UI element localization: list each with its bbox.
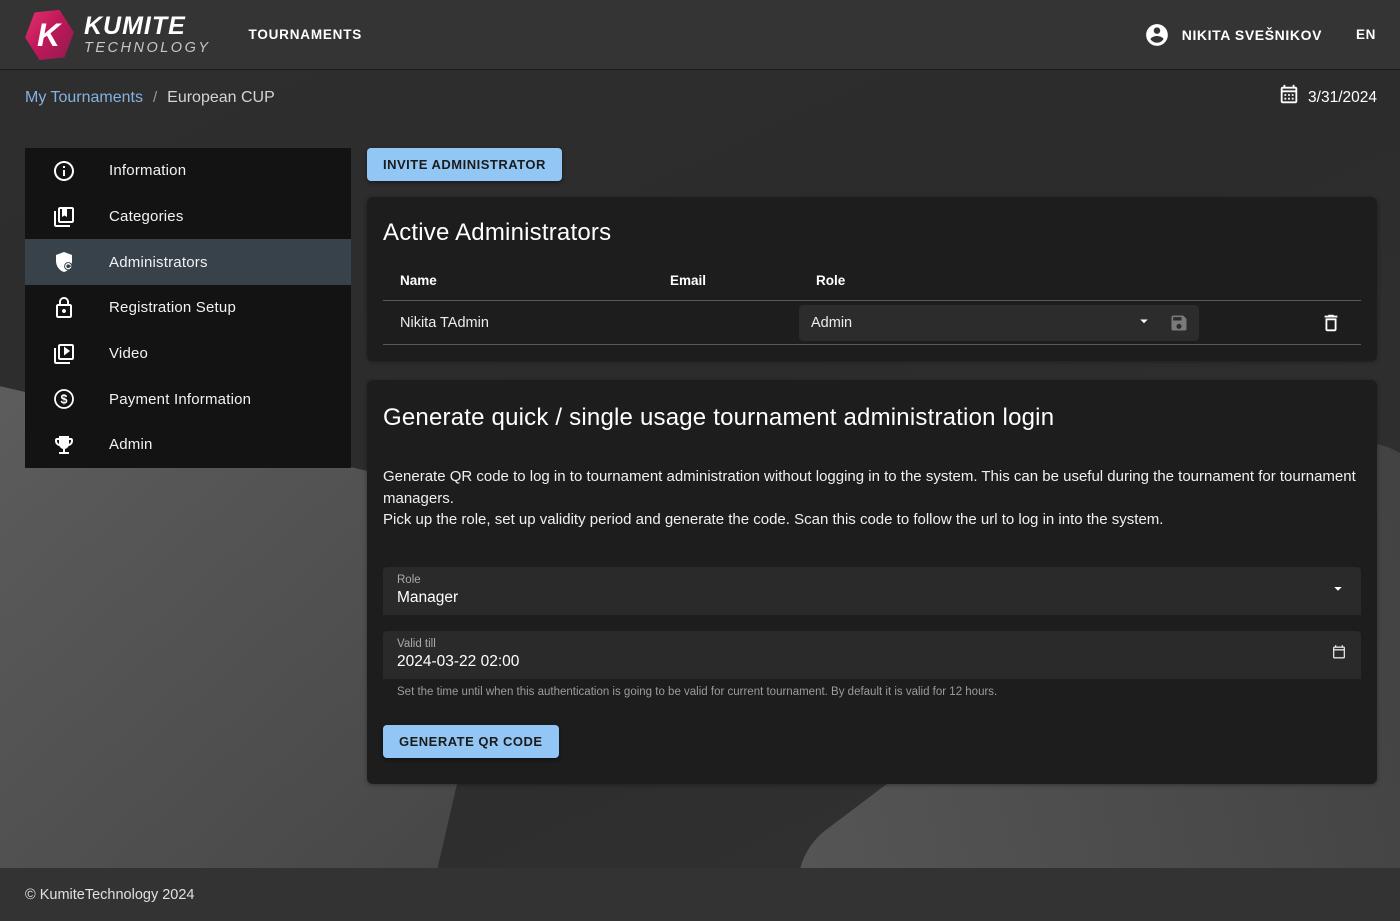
top-app-bar: K KUMITE TECHNOLOGY TOURNAMENTS NIKITA S… (0, 0, 1400, 70)
payment-dollar-icon: $ (52, 387, 76, 411)
chevron-down-icon (1329, 579, 1347, 602)
qr-card-title: Generate quick / single usage tournament… (383, 404, 1361, 432)
column-header-email: Email (653, 273, 799, 288)
generate-qr-code-button[interactable]: GENERATE QR CODE (383, 725, 559, 758)
page-content: Information Categories Administrators Re… (0, 125, 1400, 784)
invite-administrator-button[interactable]: INVITE ADMINISTRATOR (367, 148, 562, 181)
breadcrumb-bar: My Tournaments / European CUP 3/31/2024 (0, 70, 1400, 125)
logo-brand-text: KUMITE (84, 14, 211, 39)
logo-letter: K (37, 19, 60, 51)
user-menu[interactable]: NIKITA SVEŠNIKOV (1144, 22, 1322, 48)
qr-role-select[interactable]: Role Manager (383, 567, 1361, 615)
admin-role-cell: Admin (799, 305, 1301, 341)
sidebar-item-label: Video (109, 345, 148, 362)
copyright-text: © KumiteTechnology 2024 (25, 887, 194, 903)
qr-description-line2: Pick up the role, set up validity period… (383, 509, 1361, 531)
account-circle-icon (1144, 22, 1170, 48)
logo-wordmark: KUMITE TECHNOLOGY (84, 14, 211, 56)
column-header-name: Name (383, 273, 653, 288)
sidebar-item-registration-setup[interactable]: Registration Setup (25, 285, 351, 331)
sidebar-item-label: Registration Setup (109, 299, 236, 316)
admin-actions-cell (1301, 310, 1361, 336)
datetime-calendar-icon[interactable] (1331, 644, 1347, 665)
info-icon (52, 159, 76, 183)
categories-icon (52, 205, 76, 229)
brand-logo[interactable]: K KUMITE TECHNOLOGY (24, 10, 211, 60)
active-administrators-title: Active Administrators (383, 219, 1361, 247)
user-name: NIKITA SVEŠNIKOV (1182, 27, 1322, 43)
valid-till-input[interactable]: Valid till 2024-03-22 02:00 (383, 631, 1361, 679)
header-right-group: NIKITA SVEŠNIKOV EN (1144, 22, 1376, 48)
column-header-role: Role (799, 273, 1301, 288)
breadcrumb-link-my-tournaments[interactable]: My Tournaments (25, 89, 143, 107)
main-panel: INVITE ADMINISTRATOR Active Administrato… (367, 148, 1377, 784)
tournament-sidebar: Information Categories Administrators Re… (25, 148, 351, 468)
active-administrators-card: Active Administrators Name Email Role Ni… (367, 197, 1377, 361)
admin-name-cell: Nikita TAdmin (383, 315, 653, 331)
app-root: K KUMITE TECHNOLOGY TOURNAMENTS NIKITA S… (0, 0, 1400, 921)
sidebar-item-label: Administrators (109, 254, 208, 271)
chevron-down-icon (1135, 312, 1153, 334)
sidebar-item-administrators[interactable]: Administrators (25, 239, 351, 285)
lock-icon (52, 296, 76, 320)
sidebar-item-information[interactable]: Information (25, 148, 351, 194)
sidebar-item-admin[interactable]: Admin (25, 422, 351, 468)
calendar-icon (1278, 84, 1300, 111)
qr-role-value: Manager (397, 589, 1347, 607)
sidebar-item-label: Payment Information (109, 391, 251, 408)
administrators-table: Name Email Role Nikita TAdmin Admin (383, 273, 1361, 345)
video-library-icon (52, 342, 76, 366)
valid-till-helper-text: Set the time until when this authenticat… (397, 686, 1361, 698)
sidebar-item-video[interactable]: Video (25, 331, 351, 377)
sidebar-item-label: Categories (109, 208, 184, 225)
valid-till-label: Valid till (397, 638, 1347, 650)
qr-description-line1: Generate QR code to log in to tournament… (383, 466, 1361, 509)
sidebar-item-label: Information (109, 162, 186, 179)
sidebar-item-categories[interactable]: Categories (25, 194, 351, 240)
qr-role-label: Role (397, 574, 1347, 586)
table-header-row: Name Email Role (383, 273, 1361, 301)
language-switcher[interactable]: EN (1356, 27, 1376, 42)
delete-administrator-button[interactable] (1318, 310, 1344, 336)
qr-login-card: Generate quick / single usage tournament… (367, 380, 1377, 784)
role-select[interactable]: Admin (799, 305, 1199, 341)
date-text: 3/31/2024 (1308, 89, 1377, 107)
save-role-button[interactable] (1167, 311, 1191, 335)
breadcrumb-current-tournament: European CUP (167, 89, 275, 107)
kumite-hexagon-logo-icon: K (22, 7, 77, 62)
sidebar-item-label: Admin (109, 436, 153, 453)
breadcrumb-separator: / (153, 89, 157, 106)
table-row: Nikita TAdmin Admin (383, 301, 1361, 345)
page-footer: © KumiteTechnology 2024 (0, 868, 1400, 921)
valid-till-value: 2024-03-22 02:00 (397, 653, 1347, 671)
logo-sub-text: TECHNOLOGY (84, 41, 211, 56)
admin-shield-icon (52, 250, 76, 274)
sidebar-item-payment-information[interactable]: $ Payment Information (25, 376, 351, 422)
svg-text:$: $ (61, 393, 68, 407)
role-select-value: Admin (811, 315, 1135, 331)
nav-tournaments[interactable]: TOURNAMENTS (249, 27, 363, 42)
tournament-date: 3/31/2024 (1278, 84, 1377, 111)
trophy-icon (52, 433, 76, 457)
